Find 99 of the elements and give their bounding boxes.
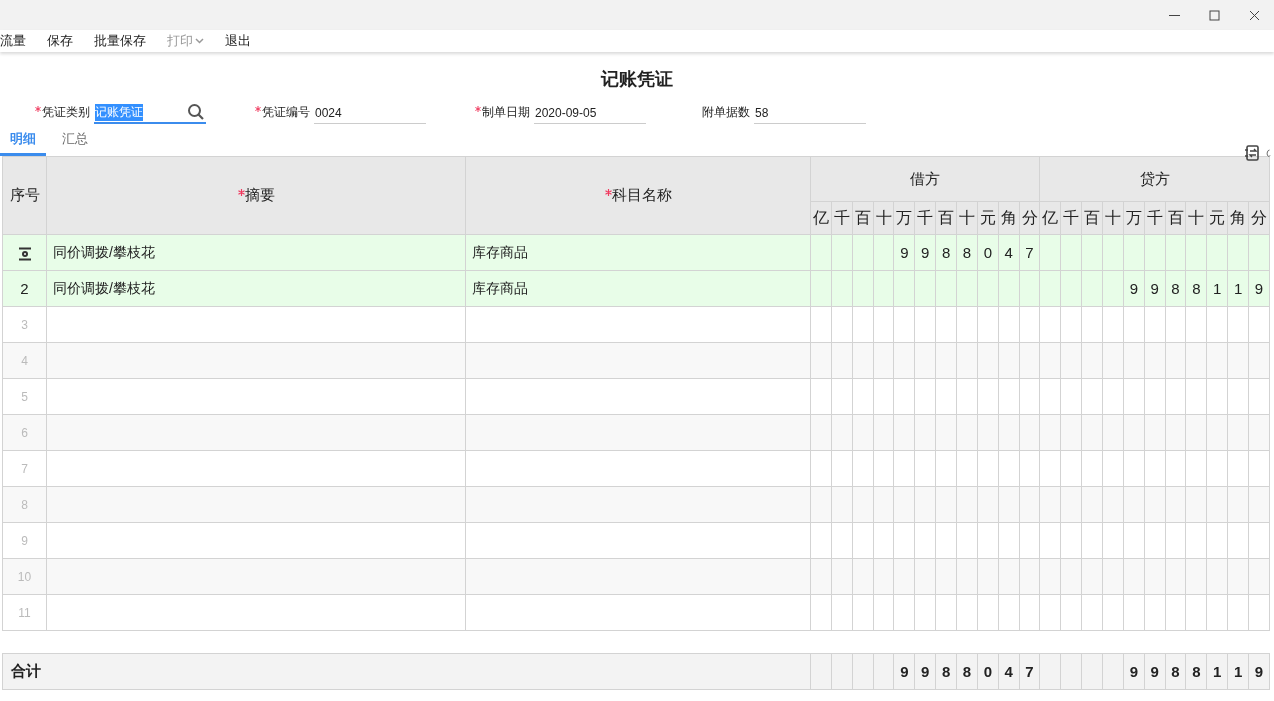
search-icon[interactable] <box>187 103 205 121</box>
input-field[interactable]: 58 <box>754 102 866 124</box>
table-row[interactable]: 4 <box>2 342 1270 379</box>
unit-header: 千 <box>1063 208 1080 226</box>
row-number: 6 <box>21 425 28 440</box>
amount-digit: 8 <box>941 663 951 680</box>
column-header: 科目名称 <box>604 186 672 203</box>
input-field[interactable]: 2020-09-05 <box>534 102 646 124</box>
field-label: 制单日期 <box>482 103 530 121</box>
amount-digit: 9 <box>921 663 930 680</box>
amount-digit: 8 <box>1171 280 1180 297</box>
amount-digit: 1 <box>1233 663 1243 680</box>
close-icon[interactable] <box>1248 9 1260 21</box>
table-row[interactable]: 11 <box>2 594 1270 631</box>
amount-digit: 9 <box>1150 280 1159 297</box>
row-number: 3 <box>21 317 28 332</box>
table-row[interactable]: 9 <box>2 522 1270 559</box>
unit-header: 万 <box>896 208 913 226</box>
voucher-title: 记账凭证 <box>599 68 674 91</box>
toolbar-button[interactable]: 退出 <box>225 32 251 50</box>
amount-digit: 9 <box>1254 280 1264 297</box>
row-number: 8 <box>21 497 28 512</box>
table-row[interactable]: 10 <box>2 558 1270 595</box>
unit-header: 十 <box>958 208 975 226</box>
account-name: 库存商品 <box>472 243 528 260</box>
unit-header: 元 <box>979 208 996 226</box>
input-field[interactable]: 0024 <box>314 102 426 124</box>
unit-header: 十 <box>1188 208 1205 226</box>
amount-digit: 7 <box>1025 663 1034 680</box>
summary-text: 同价调拨/攀枝花 <box>53 243 155 260</box>
table-row[interactable]: 6 <box>2 414 1270 451</box>
column-header: 贷方 <box>1139 169 1170 187</box>
input-field[interactable]: 记账凭证 <box>94 102 206 124</box>
table-row[interactable]: 7 <box>2 450 1270 487</box>
unit-header: 角 <box>1000 208 1017 226</box>
table-row[interactable]: 同价调拨/攀枝花 库存商品 9 9 8 8 0 4 7 <box>2 234 1270 271</box>
amount-digit: 9 <box>1129 280 1138 297</box>
unit-header: 分 <box>1021 208 1038 226</box>
amount-digit: 1 <box>1213 280 1222 297</box>
unit-header: 百 <box>1084 208 1101 226</box>
column-header: 摘要 <box>237 186 275 203</box>
amount-digit: 8 <box>1171 663 1180 680</box>
row-number: 2 <box>20 280 29 297</box>
field-label: 凭证编号 <box>262 103 310 121</box>
row-number: 4 <box>21 353 28 368</box>
amount-digit: 1 <box>1213 663 1222 680</box>
unit-header: 元 <box>1209 208 1226 226</box>
total-label: 合计 <box>11 662 41 679</box>
amount-digit: 9 <box>900 244 909 261</box>
amount-digit: 9 <box>1150 663 1159 680</box>
table-row[interactable]: 5 <box>2 378 1270 415</box>
toolbar-button[interactable]: 保存 <box>47 32 73 50</box>
amount-digit: 9 <box>921 244 930 261</box>
field-label: 凭证类别 <box>42 103 90 121</box>
amount-digit: 8 <box>962 663 972 680</box>
unit-header: 百 <box>938 208 955 226</box>
unit-header: 亿 <box>1042 208 1059 226</box>
amount-digit: 1 <box>1233 280 1243 297</box>
amount-digit: 9 <box>1254 663 1264 680</box>
unit-header: 十 <box>875 208 892 226</box>
amount-digit: 0 <box>983 663 992 680</box>
amount-digit: 0 <box>983 244 992 261</box>
maximize-icon[interactable] <box>1208 9 1220 21</box>
unit-header: 百 <box>1167 208 1184 226</box>
summary-text: 同价调拨/攀枝花 <box>53 279 155 296</box>
column-header: 序号 <box>9 186 40 203</box>
unit-header: 千 <box>917 208 934 226</box>
swap-list-icon[interactable] <box>1244 145 1260 161</box>
row-number: 5 <box>21 389 28 404</box>
row-number: 10 <box>17 569 32 584</box>
amount-digit: 8 <box>941 244 951 261</box>
field-label: 附单据数 <box>702 103 750 121</box>
row-number: 7 <box>21 461 28 476</box>
toolbar-button[interactable]: 流量 <box>0 32 26 50</box>
unit-header: 万 <box>1125 208 1142 226</box>
amount-digit: 8 <box>962 244 972 261</box>
column-header: 借方 <box>910 169 941 187</box>
unit-header: 分 <box>1251 208 1267 226</box>
tab[interactable]: 汇总 <box>52 126 98 156</box>
amount-digit: 8 <box>1192 280 1201 297</box>
unit-header: 千 <box>1146 208 1163 226</box>
amount-digit: 9 <box>900 663 909 680</box>
table-row[interactable]: 3 <box>2 306 1270 343</box>
toolbar-button[interactable]: 批量保存 <box>94 32 146 50</box>
unit-header: 亿 <box>812 208 829 226</box>
amount-digit: 4 <box>1004 244 1013 261</box>
row-number: 11 <box>18 605 31 620</box>
amount-digit: 8 <box>1192 663 1201 680</box>
amount-digit: 4 <box>1004 663 1013 680</box>
amount-digit: 9 <box>1129 663 1138 680</box>
unit-header: 角 <box>1230 208 1247 226</box>
unit-header: 十 <box>1104 208 1121 226</box>
unit-header: 百 <box>854 208 871 226</box>
table-row[interactable]: 2 同价调拨/攀枝花 库存商品 9 9 8 8 1 1 9 <box>2 270 1270 307</box>
table-row[interactable]: 8 <box>2 486 1270 523</box>
row-number: 9 <box>21 533 28 548</box>
account-name: 库存商品 <box>472 279 528 296</box>
unit-header: 千 <box>833 208 850 226</box>
amount-digit: 7 <box>1025 244 1034 261</box>
